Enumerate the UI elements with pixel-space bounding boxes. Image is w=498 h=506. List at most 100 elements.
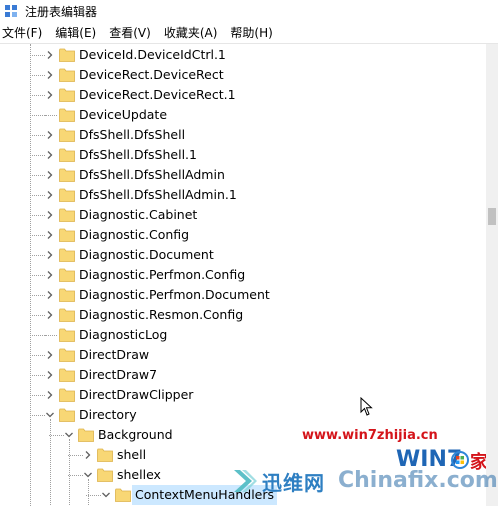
tree-connector-line bbox=[30, 155, 45, 156]
tree-item-label: Directory bbox=[79, 407, 137, 422]
folder-icon bbox=[59, 388, 75, 402]
regedit-icon bbox=[4, 4, 18, 18]
folder-icon bbox=[59, 328, 75, 342]
menu-favorites[interactable]: 收藏夹(A) bbox=[162, 24, 223, 41]
tree-item-label: Diagnostic.Perfmon.Config bbox=[79, 267, 246, 282]
tree-connector-line bbox=[30, 95, 45, 96]
tree-item-label: DeviceRect.DeviceRect bbox=[79, 67, 224, 82]
tree-item-label: DfsShell.DfsShellAdmin.1 bbox=[79, 187, 237, 202]
tree-item-label: DirectDrawClipper bbox=[79, 387, 194, 402]
tree-item-label: DfsShell.DfsShell bbox=[79, 127, 186, 142]
tree-item[interactable]: Diagnostic.Document bbox=[0, 245, 486, 265]
tree-item[interactable]: Diagnostic.Cabinet bbox=[0, 205, 486, 225]
mouse-cursor-icon bbox=[360, 397, 373, 416]
chevron-right-icon[interactable] bbox=[45, 70, 55, 80]
tree-item[interactable]: Diagnostic.Config bbox=[0, 225, 486, 245]
window-title: 注册表编辑器 bbox=[25, 4, 98, 19]
chevron-down-icon[interactable] bbox=[83, 470, 93, 480]
tree-connector-line bbox=[30, 195, 45, 196]
tree-connector-line bbox=[30, 75, 45, 76]
folder-icon bbox=[115, 488, 131, 502]
tree-item-label: DeviceUpdate bbox=[79, 107, 168, 122]
tree-connector-line bbox=[30, 355, 45, 356]
folder-icon bbox=[59, 68, 75, 82]
tree-item-label: DfsShell.DfsShellAdmin bbox=[79, 167, 225, 182]
chevron-down-icon[interactable] bbox=[101, 490, 111, 500]
chevron-right-icon[interactable] bbox=[45, 270, 55, 280]
chevron-right-icon[interactable] bbox=[45, 290, 55, 300]
chevron-right-icon[interactable] bbox=[45, 130, 55, 140]
tree-connector-line bbox=[30, 255, 45, 256]
menu-edit[interactable]: 编辑(E) bbox=[53, 24, 101, 41]
tree-item[interactable]: DfsShell.DfsShellAdmin bbox=[0, 165, 486, 185]
tree-connector-line bbox=[68, 475, 83, 476]
tree-connector-line bbox=[30, 315, 45, 316]
tree-item[interactable]: Diagnostic.Resmon.Config bbox=[0, 305, 486, 325]
tree-item[interactable]: DeviceUpdate bbox=[0, 105, 486, 125]
brand-watermark: 迅维网 bbox=[232, 464, 325, 498]
tree-item[interactable]: DirectDrawClipper bbox=[0, 385, 486, 405]
chevron-down-icon[interactable] bbox=[64, 430, 74, 440]
folder-icon bbox=[78, 428, 94, 442]
folder-icon bbox=[97, 468, 113, 482]
tree-item-label: DirectDraw bbox=[79, 347, 150, 362]
tree-item[interactable]: Directory bbox=[0, 405, 486, 425]
tree-connector-line bbox=[86, 495, 101, 496]
tree-connector-line bbox=[30, 215, 45, 216]
chevron-right-icon[interactable] bbox=[45, 150, 55, 160]
tree-item[interactable]: DirectDraw bbox=[0, 345, 486, 365]
tree-connector-line bbox=[30, 55, 45, 56]
tree-connector-line bbox=[30, 335, 45, 336]
tree-connector-line bbox=[30, 375, 45, 376]
folder-icon bbox=[59, 188, 75, 202]
tree-item[interactable]: DiagnosticLog bbox=[0, 325, 486, 345]
watermark-url: www.win7zhijia.cn bbox=[302, 428, 438, 443]
tree-item[interactable]: Diagnostic.Perfmon.Config bbox=[0, 265, 486, 285]
tree-item[interactable]: DfsShell.DfsShell bbox=[0, 125, 486, 145]
tree-item[interactable]: DirectDraw7 bbox=[0, 365, 486, 385]
chevron-right-icon[interactable] bbox=[45, 350, 55, 360]
chevron-right-icon[interactable] bbox=[45, 90, 55, 100]
tree-connector-line bbox=[30, 115, 45, 116]
chevron-right-icon[interactable] bbox=[45, 390, 55, 400]
chevron-right-icon[interactable] bbox=[45, 250, 55, 260]
tree-connector-line bbox=[30, 275, 45, 276]
chevron-right-icon[interactable] bbox=[45, 230, 55, 240]
tree-item[interactable]: Diagnostic.Perfmon.Document bbox=[0, 285, 486, 305]
tree-item[interactable]: DfsShell.DfsShellAdmin.1 bbox=[0, 185, 486, 205]
folder-icon bbox=[59, 368, 75, 382]
menu-view[interactable]: 查看(V) bbox=[107, 24, 156, 41]
chevron-right-icon[interactable] bbox=[45, 190, 55, 200]
chevron-right-icon[interactable] bbox=[83, 450, 93, 460]
menu-help[interactable]: 帮助(H) bbox=[228, 24, 277, 41]
chevron-right-icon[interactable] bbox=[45, 170, 55, 180]
tree-connector-line bbox=[30, 135, 45, 136]
chevron-right-icon[interactable] bbox=[45, 50, 55, 60]
folder-icon bbox=[97, 448, 113, 462]
folder-icon bbox=[59, 208, 75, 222]
tree-connector-line bbox=[30, 235, 45, 236]
chevron-right-icon[interactable] bbox=[45, 370, 55, 380]
tree-item-label: DfsShell.DfsShell.1 bbox=[79, 147, 197, 162]
tree-item-label: DiagnosticLog bbox=[79, 327, 168, 342]
tree-item-label: Diagnostic.Resmon.Config bbox=[79, 307, 244, 322]
chevron-down-icon[interactable] bbox=[45, 410, 55, 420]
vertical-scrollbar[interactable] bbox=[486, 44, 498, 506]
folder-icon bbox=[59, 408, 75, 422]
tree-item[interactable]: DfsShell.DfsShell.1 bbox=[0, 145, 486, 165]
tree-item[interactable]: DeviceRect.DeviceRect.1 bbox=[0, 85, 486, 105]
folder-icon bbox=[59, 128, 75, 142]
folder-icon bbox=[59, 88, 75, 102]
menu-bar: 文件(F) 编辑(E) 查看(V) 收藏夹(A) 帮助(H) bbox=[0, 22, 498, 44]
tree-item[interactable]: DeviceId.DeviceIdCtrl.1 bbox=[0, 45, 486, 65]
folder-icon bbox=[59, 48, 75, 62]
tree-item-label: DeviceRect.DeviceRect.1 bbox=[79, 87, 236, 102]
menu-file[interactable]: 文件(F) bbox=[0, 24, 47, 41]
scrollbar-thumb[interactable] bbox=[488, 208, 496, 225]
tree-item-label: Background bbox=[98, 427, 173, 442]
chevron-right-icon[interactable] bbox=[45, 210, 55, 220]
tree-item-label: shell bbox=[117, 447, 147, 462]
tree-item[interactable]: DeviceRect.DeviceRect bbox=[0, 65, 486, 85]
tree-leaf-line bbox=[45, 115, 57, 116]
chevron-right-icon[interactable] bbox=[45, 310, 55, 320]
